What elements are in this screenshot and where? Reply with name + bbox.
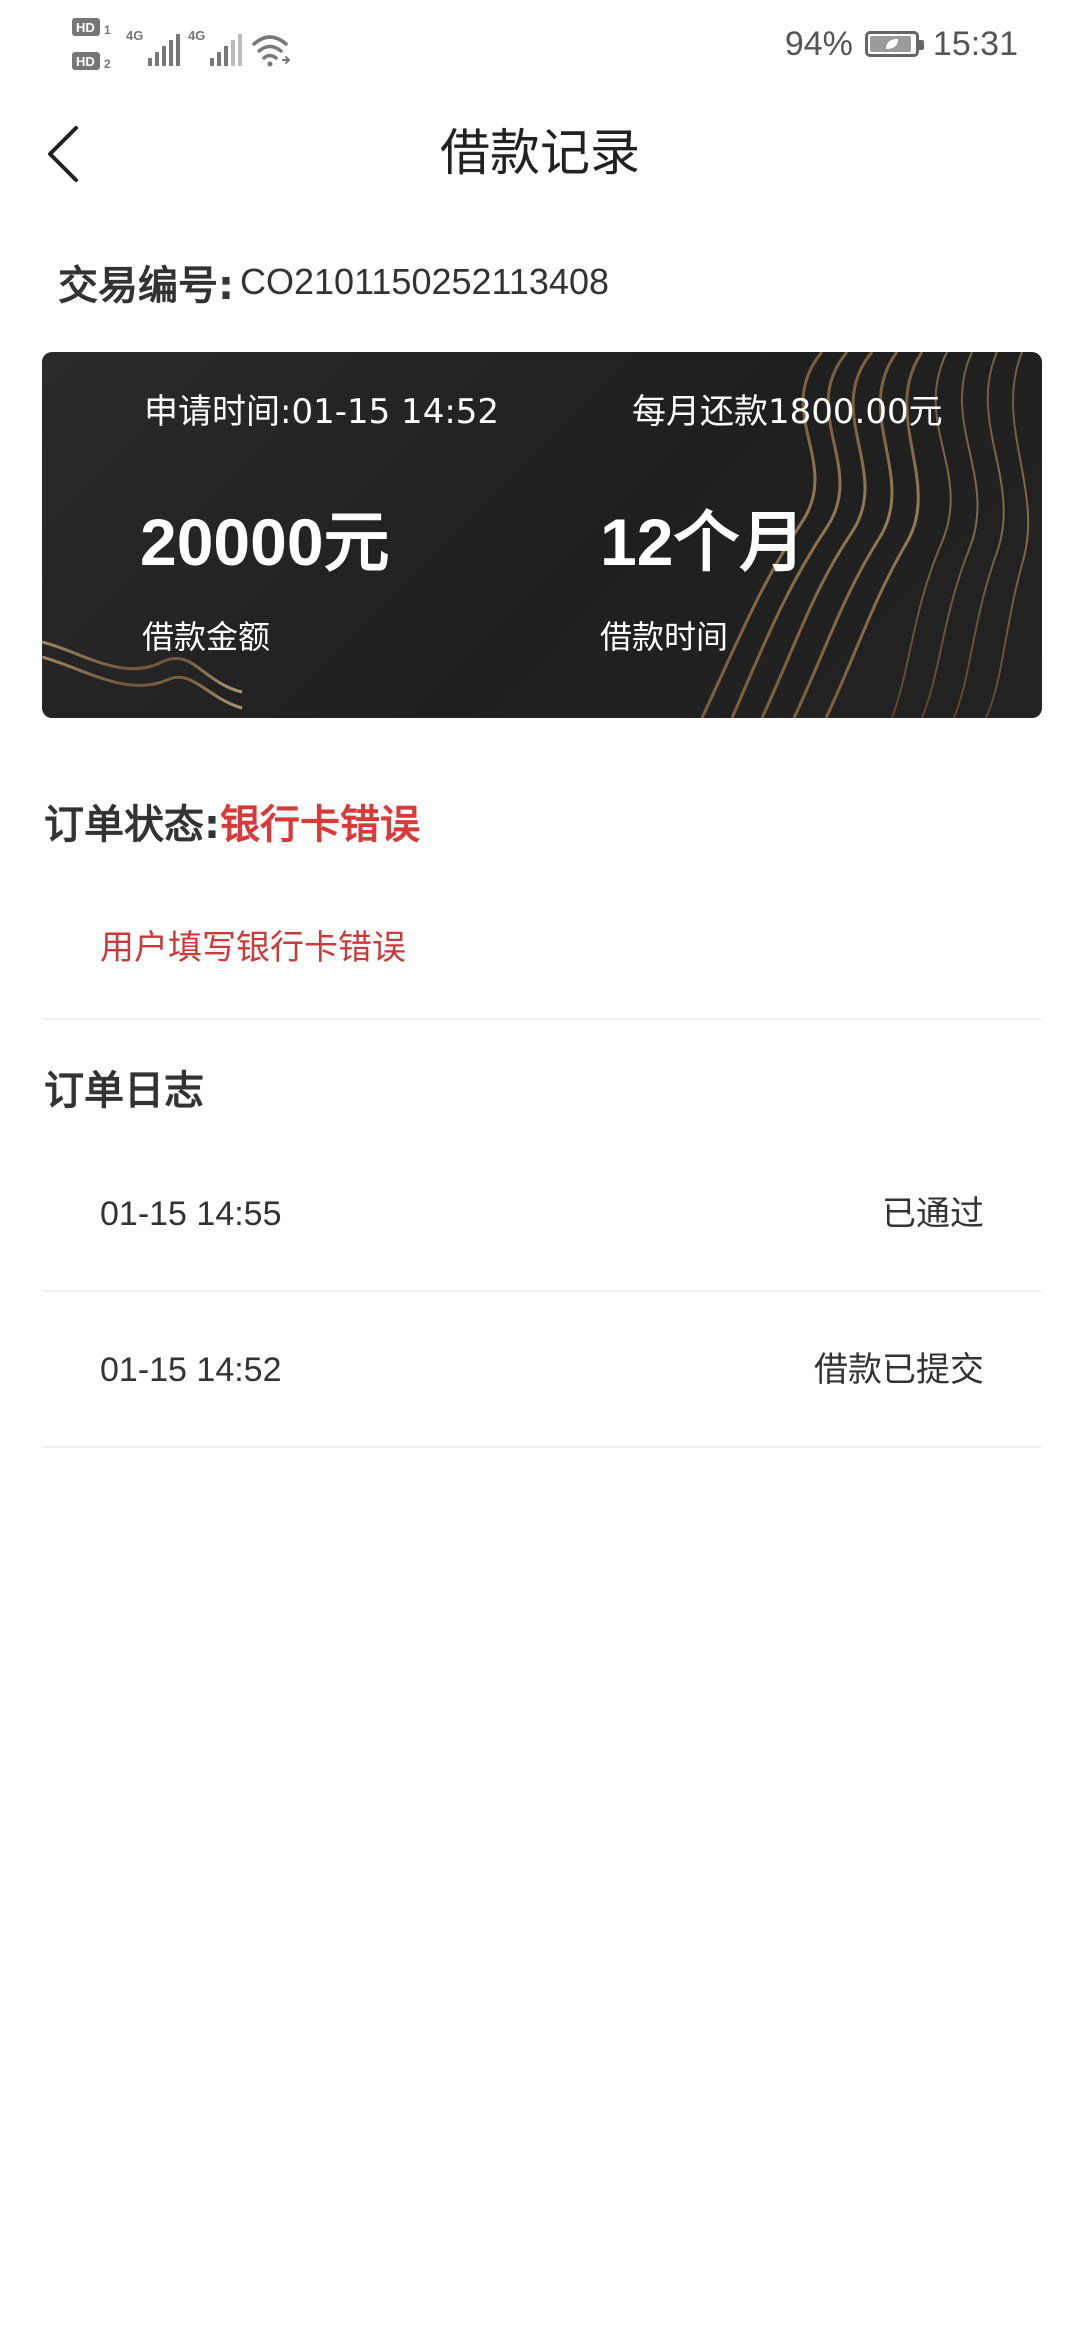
transaction-number-row: 交易编号: CO2101150252113408 — [58, 252, 609, 312]
order-status-value: 银行卡错误 — [220, 802, 420, 848]
sim1-index: 1 — [104, 23, 111, 37]
transaction-number-label: 交易编号: — [58, 263, 234, 309]
loan-term: 12个月 — [600, 505, 806, 579]
battery-icon — [864, 31, 924, 57]
signal-icon-2 — [210, 34, 242, 66]
signal-status-icons: HD 1 HD 2 4G 4G — [72, 18, 291, 71]
log-entry: 01-15 14:52 借款已提交 — [42, 1292, 1042, 1448]
status-bar: HD 1 HD 2 4G 4G 94% 15:31 — [0, 0, 1080, 92]
order-status-detail: 用户填写银行卡错误 — [100, 928, 406, 968]
log-entry-description: 已通过 — [882, 1194, 984, 1234]
loan-amount: 20000元 — [140, 505, 390, 579]
loan-term-label: 借款时间 — [600, 618, 729, 656]
wifi-icon — [252, 35, 291, 67]
order-status-label: 订单状态: — [44, 802, 220, 848]
monthly-repayment: 每月还款1800.00元 — [632, 392, 943, 432]
network1-label: 4G — [126, 28, 143, 43]
log-entry: 01-15 14:55 已通过 — [42, 1136, 1042, 1292]
section-divider — [42, 1018, 1042, 1020]
network2-label: 4G — [188, 28, 205, 43]
log-entry-time: 01-15 14:55 — [100, 1195, 282, 1233]
loan-amount-label: 借款金额 — [142, 618, 271, 656]
signal-icon-1 — [148, 34, 180, 66]
log-divider — [42, 1446, 1042, 1448]
sim1-label: HD — [76, 20, 95, 35]
leaf-icon — [885, 39, 898, 49]
log-entry-description: 借款已提交 — [814, 1350, 984, 1390]
loan-summary-card: 申请时间:01-15 14:52 每月还款1800.00元 20000元 12个… — [42, 352, 1042, 718]
sim2-index: 2 — [104, 57, 111, 71]
log-entry-time: 01-15 14:52 — [100, 1351, 282, 1389]
battery-percent: 94% — [784, 25, 853, 63]
page-title: 借款记录 — [440, 124, 640, 182]
order-status-row: 订单状态: 银行卡错误 — [44, 788, 420, 854]
transaction-number-value: CO2101150252113408 — [240, 261, 609, 302]
apply-time: 申请时间:01-15 14:52 — [144, 392, 500, 432]
status-right: 94% 15:31 — [785, 22, 1018, 66]
order-log-title: 订单日志 — [44, 1068, 204, 1114]
sim2-label: HD — [76, 54, 95, 69]
clock: 15:31 — [932, 25, 1018, 63]
